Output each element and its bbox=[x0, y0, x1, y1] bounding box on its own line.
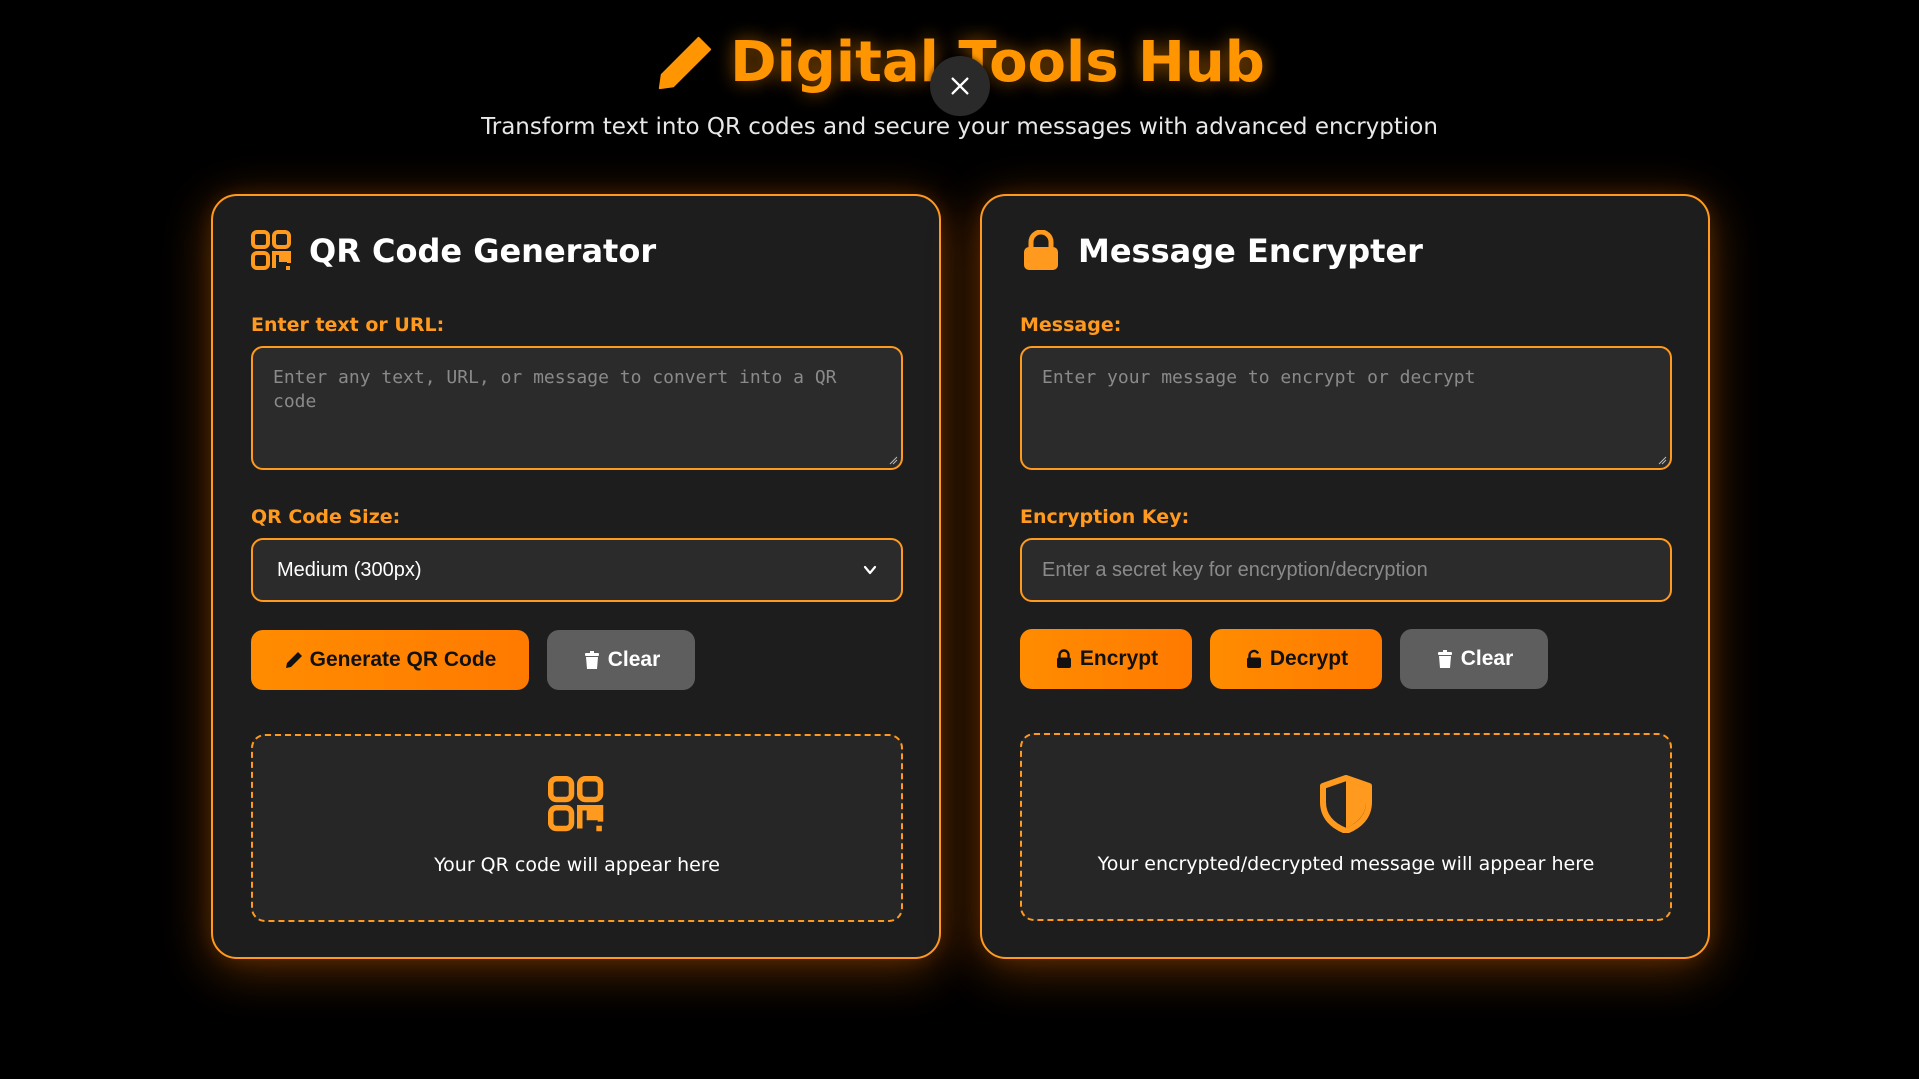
qrcode-icon bbox=[548, 776, 604, 832]
encrypt-label: Encrypt bbox=[1079, 647, 1159, 670]
qr-size-selected: Medium (300px) bbox=[277, 558, 422, 581]
message-label: Message: bbox=[1020, 314, 1122, 336]
encrypt-output-area: Your encrypted/decrypted message will ap… bbox=[1020, 733, 1672, 921]
qr-text-label: Enter text or URL: bbox=[251, 314, 445, 336]
qr-generator-card: QR Code Generator Enter text or URL: Ent… bbox=[211, 194, 941, 959]
message-placeholder: Enter your message to encrypt or decrypt bbox=[1042, 367, 1476, 388]
close-button[interactable] bbox=[930, 56, 990, 116]
qr-output-icon-wrap bbox=[253, 776, 901, 834]
message-input[interactable]: Enter your message to encrypt or decrypt bbox=[1020, 346, 1672, 470]
pencil-icon bbox=[658, 36, 712, 89]
encrypt-output-text: Your encrypted/decrypted message will ap… bbox=[1097, 853, 1595, 875]
encrypt-output-icon-wrap bbox=[1022, 775, 1670, 833]
encrypt-clear-label: Clear bbox=[1460, 647, 1514, 670]
qrcode-icon bbox=[251, 230, 291, 270]
encryption-key-input[interactable]: Enter a secret key for encryption/decryp… bbox=[1020, 538, 1672, 602]
shield-icon bbox=[1320, 775, 1372, 833]
qr-card-title-text: QR Code Generator bbox=[309, 232, 657, 270]
qr-clear-label: Clear bbox=[607, 648, 661, 671]
generate-qr-button[interactable]: Generate QR Code bbox=[251, 630, 529, 690]
qr-clear-button[interactable]: Clear bbox=[547, 630, 695, 690]
qr-card-title: QR Code Generator bbox=[251, 230, 656, 272]
encrypt-card-title: Message Encrypter bbox=[1020, 230, 1423, 272]
encrypt-clear-button[interactable]: Clear bbox=[1400, 629, 1548, 689]
chevron-down-icon bbox=[863, 565, 877, 575]
page-subtitle: Transform text into QR codes and secure … bbox=[481, 114, 1438, 140]
pencil-icon bbox=[285, 652, 302, 668]
decrypt-label: Decrypt bbox=[1269, 647, 1349, 670]
trash-icon bbox=[584, 651, 599, 669]
decrypt-button[interactable]: Decrypt bbox=[1210, 629, 1382, 689]
lock-icon bbox=[1056, 649, 1071, 668]
qr-output-text: Your QR code will appear here bbox=[434, 854, 720, 876]
message-encrypter-card: Message Encrypter Message: Enter your me… bbox=[980, 194, 1710, 959]
encrypt-card-title-text: Message Encrypter bbox=[1078, 232, 1423, 270]
trash-icon bbox=[1437, 650, 1452, 668]
encrypt-button[interactable]: Encrypt bbox=[1020, 629, 1192, 689]
qr-text-input[interactable]: Enter any text, URL, or message to conve… bbox=[251, 346, 903, 470]
resize-grip-icon[interactable] bbox=[888, 455, 898, 465]
key-label: Encryption Key: bbox=[1020, 506, 1190, 528]
close-icon bbox=[951, 77, 969, 95]
page-title-text: Digital Tools Hub bbox=[730, 30, 1265, 95]
qr-output-area: Your QR code will appear here bbox=[251, 734, 903, 922]
generate-qr-label: Generate QR Code bbox=[309, 648, 497, 671]
qr-text-placeholder: Enter any text, URL, or message to conve… bbox=[273, 367, 837, 412]
unlock-icon bbox=[1246, 649, 1261, 668]
qr-size-label: QR Code Size: bbox=[251, 506, 401, 528]
resize-grip-icon[interactable] bbox=[1657, 455, 1667, 465]
qr-size-select[interactable]: Medium (300px) bbox=[251, 538, 903, 602]
lock-icon bbox=[1024, 230, 1058, 270]
key-placeholder: Enter a secret key for encryption/decryp… bbox=[1042, 558, 1428, 581]
